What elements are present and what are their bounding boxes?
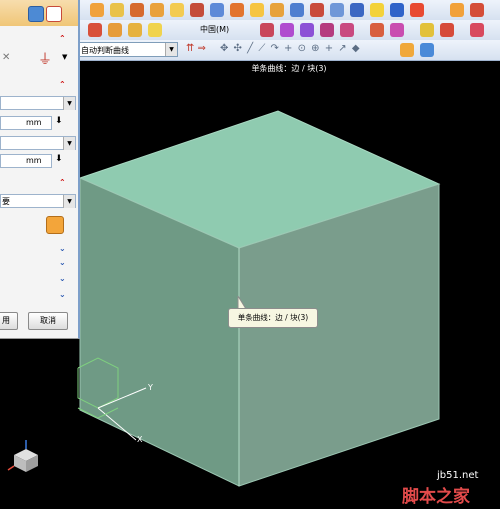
coordinate-icon[interactable]: ⏚ <box>38 49 52 69</box>
select-object-row: ✕ ⏚ ▼ <box>0 46 76 70</box>
selection-tooltip: 单条曲线：边 / 块(3) <box>228 308 318 328</box>
unit-label-2: mm <box>26 156 42 165</box>
view-triad-icon <box>7 440 38 472</box>
collapse-section-icon[interactable]: ⌃ <box>59 34 66 43</box>
collapse-section-icon[interactable]: ⌃ <box>59 178 66 187</box>
body-select-icon[interactable] <box>46 216 64 234</box>
chevron-down-icon[interactable]: ▼ <box>62 53 67 61</box>
chevron-down-icon[interactable]: ▼ <box>63 137 75 150</box>
collapse-section-icon[interactable]: ⌃ <box>59 80 66 89</box>
panel-title-strip <box>0 0 78 26</box>
panel-option-icon[interactable] <box>28 6 44 22</box>
panel-reset-icon[interactable] <box>46 6 62 22</box>
type-dropdown-2[interactable]: ▼ <box>0 136 76 150</box>
unit-label-1: mm <box>26 118 42 127</box>
watermark-site-name: 脚本之家 <box>402 487 470 507</box>
chevron-down-icon[interactable]: ▼ <box>63 97 75 110</box>
watermark-url: jb51.net <box>437 470 479 481</box>
apply-button[interactable]: 用 <box>0 312 18 330</box>
deselect-icon[interactable]: ✕ <box>2 52 10 63</box>
cancel-button[interactable]: 取消 <box>28 312 68 330</box>
axis-y-label: Y <box>147 383 153 392</box>
dialog-panel: ⌃ ✕ ⏚ ▼ ⌃ ▼ mm ⬇ ▼ mm ⬇ ⌃ 要 ▼ ⌄ ⌄ ⌄ ⌄ 用 … <box>0 0 80 339</box>
option-dropdown[interactable]: 要 ▼ <box>0 194 76 208</box>
expand-section-icon[interactable]: ⌄ <box>59 274 66 283</box>
expand-section-icon[interactable]: ⌄ <box>59 290 66 299</box>
axis-x-label: X <box>137 435 143 444</box>
formula-menu-icon[interactable]: ⬇ <box>55 154 63 164</box>
expand-section-icon[interactable]: ⌄ <box>59 244 66 253</box>
expand-section-icon[interactable]: ⌄ <box>59 258 66 267</box>
formula-menu-icon[interactable]: ⬇ <box>55 116 63 126</box>
chevron-down-icon[interactable]: ▼ <box>63 195 75 208</box>
option-dropdown-value: 要 <box>2 197 10 206</box>
type-dropdown[interactable]: ▼ <box>0 96 76 110</box>
